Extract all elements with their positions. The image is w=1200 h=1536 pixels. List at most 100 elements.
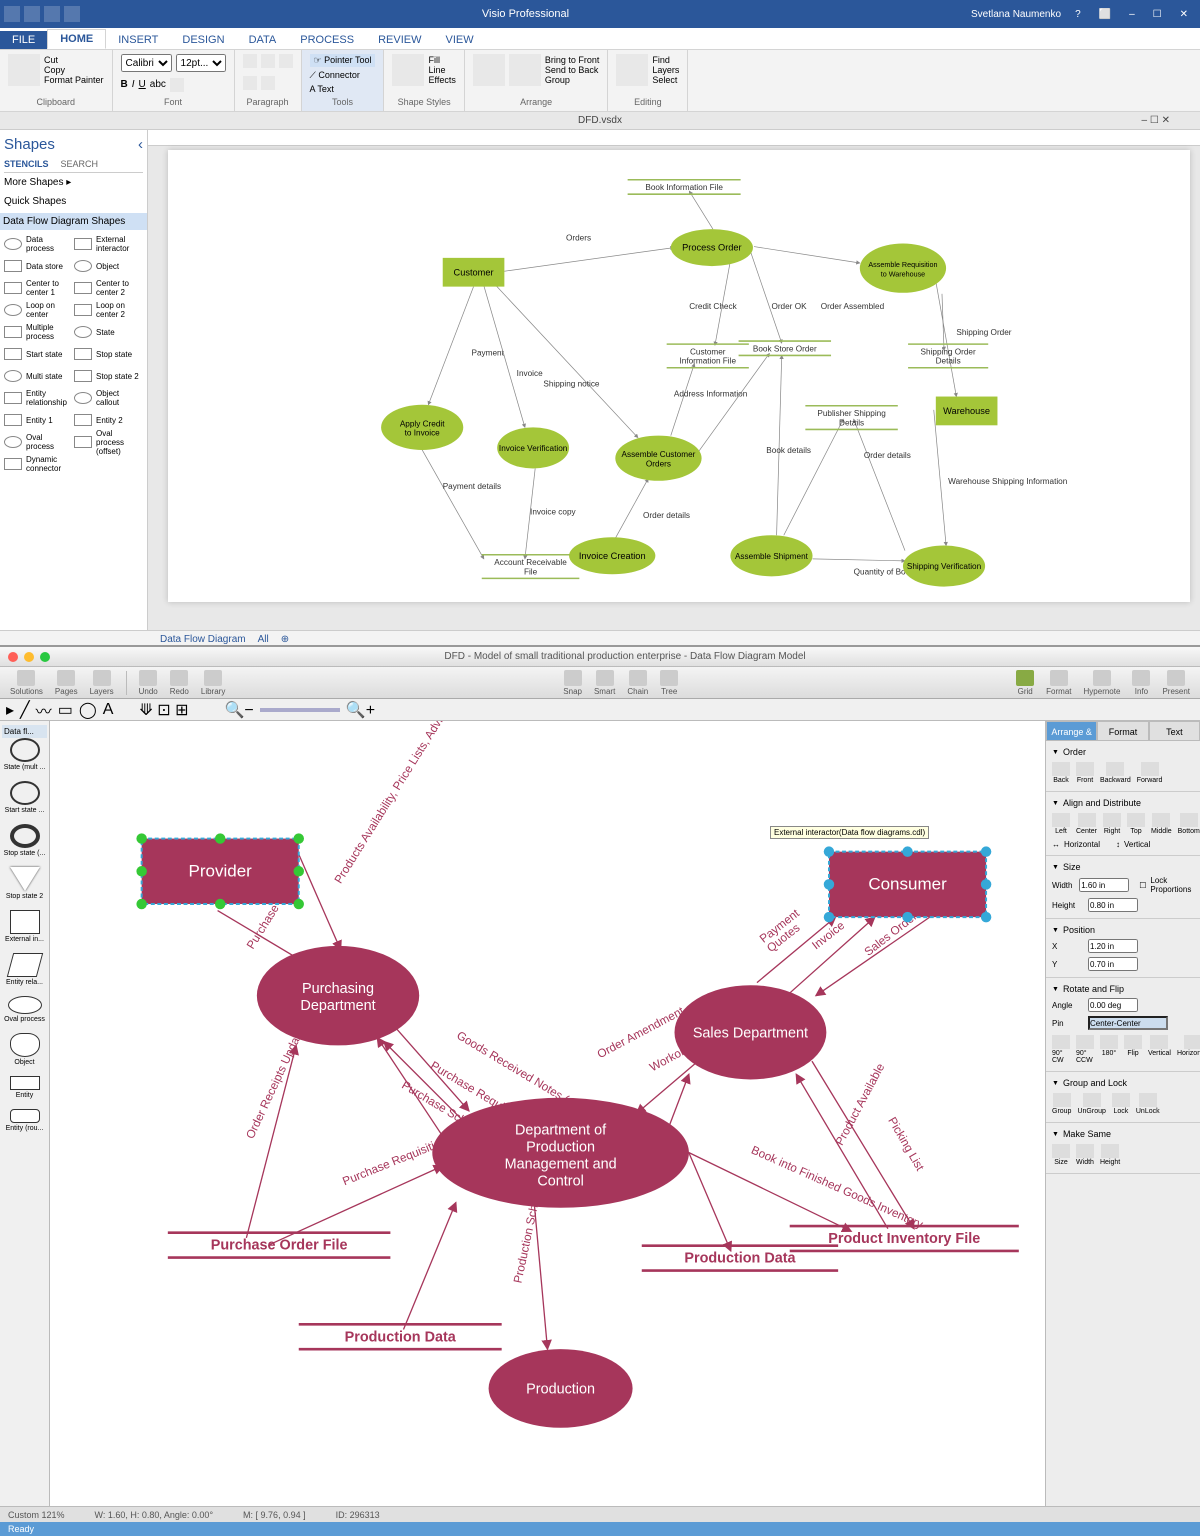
doc-controls[interactable]: – ☐ ✕	[1142, 115, 1170, 126]
connector-tool-button[interactable]: ⟋ Connector	[310, 70, 376, 81]
tab-arrange[interactable]: Arrange & Size	[1046, 721, 1097, 741]
align-left-button[interactable]	[243, 54, 257, 68]
align-right-button[interactable]	[279, 54, 293, 68]
shape-state-mult[interactable]: State (mult ...	[2, 764, 47, 771]
y-input[interactable]	[1088, 957, 1138, 971]
redo-button[interactable]: Redo	[166, 670, 193, 696]
snap-button[interactable]: Snap	[559, 670, 586, 696]
shape-entity-rel[interactable]: Entity rela...	[2, 979, 47, 986]
shape-entity[interactable]: Entity	[2, 1092, 47, 1099]
page-tab-all[interactable]: All	[258, 634, 269, 645]
prop-90° ccw[interactable]: 90° CCW	[1076, 1035, 1094, 1064]
prop-90° cw[interactable]: 90° CW	[1052, 1035, 1070, 1064]
bullets-button[interactable]	[243, 76, 257, 90]
info-button[interactable]: Info	[1128, 670, 1154, 696]
bold-button[interactable]: B	[121, 79, 128, 90]
category-dfd[interactable]: Data Flow Diagram Shapes	[0, 213, 147, 230]
select-button[interactable]: Select	[652, 75, 679, 85]
angle-input[interactable]	[1088, 998, 1138, 1012]
tab-view[interactable]: VIEW	[433, 31, 485, 49]
sec-rotate[interactable]: Rotate and Flip	[1052, 982, 1194, 996]
tab-review[interactable]: REVIEW	[366, 31, 433, 49]
prop-width[interactable]: Width	[1076, 1144, 1094, 1166]
shape-item[interactable]: Oval process	[4, 432, 72, 452]
shape-item[interactable]: Stop state 2	[74, 366, 142, 386]
prop-left[interactable]: Left	[1052, 813, 1070, 835]
status-zoom[interactable]: Custom 121%	[8, 1510, 65, 1520]
sec-align[interactable]: Align and Distribute	[1052, 796, 1194, 810]
solutions-button[interactable]: Solutions	[6, 670, 47, 696]
prop-horizontal[interactable]: Horizontal	[1177, 1035, 1200, 1064]
fill-button[interactable]: Fill	[428, 55, 455, 65]
shape-item[interactable]: External interactor	[74, 234, 142, 254]
tb-layers-button[interactable]: Layers	[86, 670, 118, 696]
tab-format[interactable]: Format	[1097, 721, 1148, 741]
align-button[interactable]	[473, 54, 505, 86]
prop-height[interactable]: Height	[1100, 1144, 1120, 1166]
sec-makesame[interactable]: Make Same	[1052, 1127, 1194, 1141]
align-center-button[interactable]	[261, 54, 275, 68]
sec-size[interactable]: Size	[1052, 860, 1194, 874]
prop-ungroup[interactable]: UnGroup	[1077, 1093, 1105, 1115]
zoom-slider[interactable]	[260, 708, 340, 712]
shape-item[interactable]: Dynamic connector	[4, 454, 72, 474]
shape-item[interactable]: Data store	[4, 256, 72, 276]
shape-item[interactable]: Stop state	[74, 344, 142, 364]
shape-item[interactable]: Multiple process	[4, 322, 72, 342]
pages-button[interactable]: Pages	[51, 670, 82, 696]
sec-position[interactable]: Position	[1052, 923, 1194, 937]
zoom-in-button[interactable]: 🔍+	[346, 700, 375, 720]
effects-button[interactable]: Effects	[428, 75, 455, 85]
shape-stop-state2[interactable]: Stop state 2	[2, 893, 47, 900]
pin-select[interactable]	[1088, 1016, 1168, 1030]
format-painter-button[interactable]: Format Painter	[44, 75, 104, 85]
prop-backward[interactable]: Backward	[1100, 762, 1131, 784]
x-input[interactable]	[1088, 939, 1138, 953]
smart-button[interactable]: Smart	[590, 670, 619, 696]
prop-flip[interactable]: Flip	[1124, 1035, 1142, 1064]
prop-vertical[interactable]: Vertical	[1148, 1035, 1171, 1064]
hypernote-button[interactable]: Hypernote	[1080, 670, 1125, 696]
prop-unlock[interactable]: UnLock	[1136, 1093, 1160, 1115]
shape-item[interactable]: Entity 1	[4, 410, 72, 430]
shape-stop-state[interactable]: Stop state (...	[2, 850, 47, 857]
shape-item[interactable]: Object callout	[74, 388, 142, 408]
minimize-icon[interactable]	[24, 652, 34, 662]
tree-button[interactable]: Tree	[656, 670, 682, 696]
italic-button[interactable]: I	[132, 79, 135, 90]
ribbon-collapse-icon[interactable]: ⬜	[1093, 9, 1117, 20]
tab-search[interactable]: SEARCH	[61, 159, 99, 169]
save-icon[interactable]	[24, 6, 40, 22]
drawing-canvas[interactable]: OrdersCredit CheckOrder OKOrder Assemble…	[168, 150, 1190, 602]
tab-stencils[interactable]: STENCILS	[4, 159, 49, 169]
add-page-button[interactable]: ⊕	[281, 634, 289, 645]
shape-entity-rou[interactable]: Entity (rou...	[2, 1125, 47, 1132]
prop-180°[interactable]: 180°	[1100, 1035, 1118, 1064]
zoom-out-button[interactable]: 🔍−	[225, 700, 254, 720]
prop-front[interactable]: Front	[1076, 762, 1094, 784]
tool-group1[interactable]: ⟱ ⊡ ⊞	[139, 700, 188, 720]
prop-right[interactable]: Right	[1103, 813, 1121, 835]
prop-center[interactable]: Center	[1076, 813, 1097, 835]
find-button[interactable]: Find	[652, 55, 679, 65]
quick-shapes-link[interactable]: Quick Shapes	[4, 192, 143, 211]
help-icon[interactable]: ?	[1069, 9, 1087, 20]
sidebar-tab[interactable]: Data fl...	[2, 725, 47, 738]
mac-canvas[interactable]: Purchase OrderProducts Availability, Pri…	[50, 721, 1045, 1506]
collapse-icon[interactable]: ‹	[138, 136, 143, 153]
position-button[interactable]	[509, 54, 541, 86]
shape-item[interactable]: Loop on center 2	[74, 300, 142, 320]
shape-item[interactable]: Data process	[4, 234, 72, 254]
strike-button[interactable]: abc	[150, 79, 166, 90]
more-shapes-link[interactable]: More Shapes ▸	[4, 173, 143, 192]
shape-item[interactable]: Object	[74, 256, 142, 276]
prop-forward[interactable]: Forward	[1137, 762, 1163, 784]
library-button[interactable]: Library	[197, 670, 229, 696]
tool-ellipse[interactable]: ◯	[79, 700, 97, 720]
close-icon[interactable]	[8, 652, 18, 662]
paste-button[interactable]	[8, 54, 40, 86]
tool-text[interactable]: A	[103, 701, 114, 719]
chain-button[interactable]: Chain	[623, 670, 652, 696]
prop-size[interactable]: Size	[1052, 1144, 1070, 1166]
prop-back[interactable]: Back	[1052, 762, 1070, 784]
